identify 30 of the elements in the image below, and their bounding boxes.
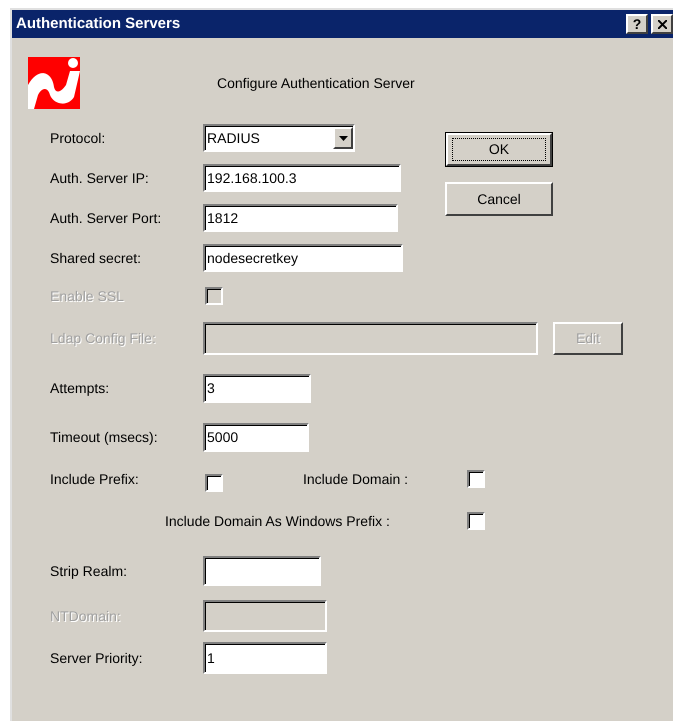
input-field[interactable] xyxy=(203,556,321,586)
close-button[interactable] xyxy=(651,14,673,34)
field-label: Shared secret: xyxy=(50,248,142,268)
field-label: Attempts: xyxy=(50,379,110,398)
field-label: Auth. Server IP: xyxy=(50,168,149,188)
field-label: Strip Realm: xyxy=(50,562,128,581)
help-button[interactable]: ? xyxy=(626,14,648,34)
dialog-button[interactable]: Cancel xyxy=(445,182,553,216)
field-label: Include Domain As Windows Prefix : xyxy=(165,512,390,530)
checkbox[interactable] xyxy=(467,512,485,530)
input-field[interactable]: 1812 xyxy=(203,204,398,232)
field-label: Include Domain : xyxy=(303,470,408,488)
close-icon xyxy=(658,20,666,28)
input-field[interactable]: 5000 xyxy=(203,423,309,452)
field-label: Server Priority: xyxy=(50,648,143,668)
field-label: Protocol: xyxy=(50,128,106,148)
input-field[interactable]: 192.168.100.3 xyxy=(203,164,401,192)
field-label: Timeout (msecs): xyxy=(50,428,158,447)
dialog-button[interactable]: OK xyxy=(445,132,553,167)
window-title: Authentication Servers xyxy=(16,14,182,34)
logo-icon xyxy=(28,57,80,109)
checkbox[interactable] xyxy=(205,474,223,492)
protocol-dropdown[interactable]: RADIUS xyxy=(203,124,355,152)
field-label: Include Prefix: xyxy=(50,470,139,488)
input-field[interactable]: nodesecretkey xyxy=(203,244,403,272)
input-field[interactable]: 3 xyxy=(203,374,311,403)
checkbox[interactable] xyxy=(467,470,485,488)
dialog-heading: Configure Authentication Server xyxy=(217,74,415,93)
input-field[interactable]: 1 xyxy=(203,642,327,674)
field-label: Auth. Server Port: xyxy=(50,208,162,228)
